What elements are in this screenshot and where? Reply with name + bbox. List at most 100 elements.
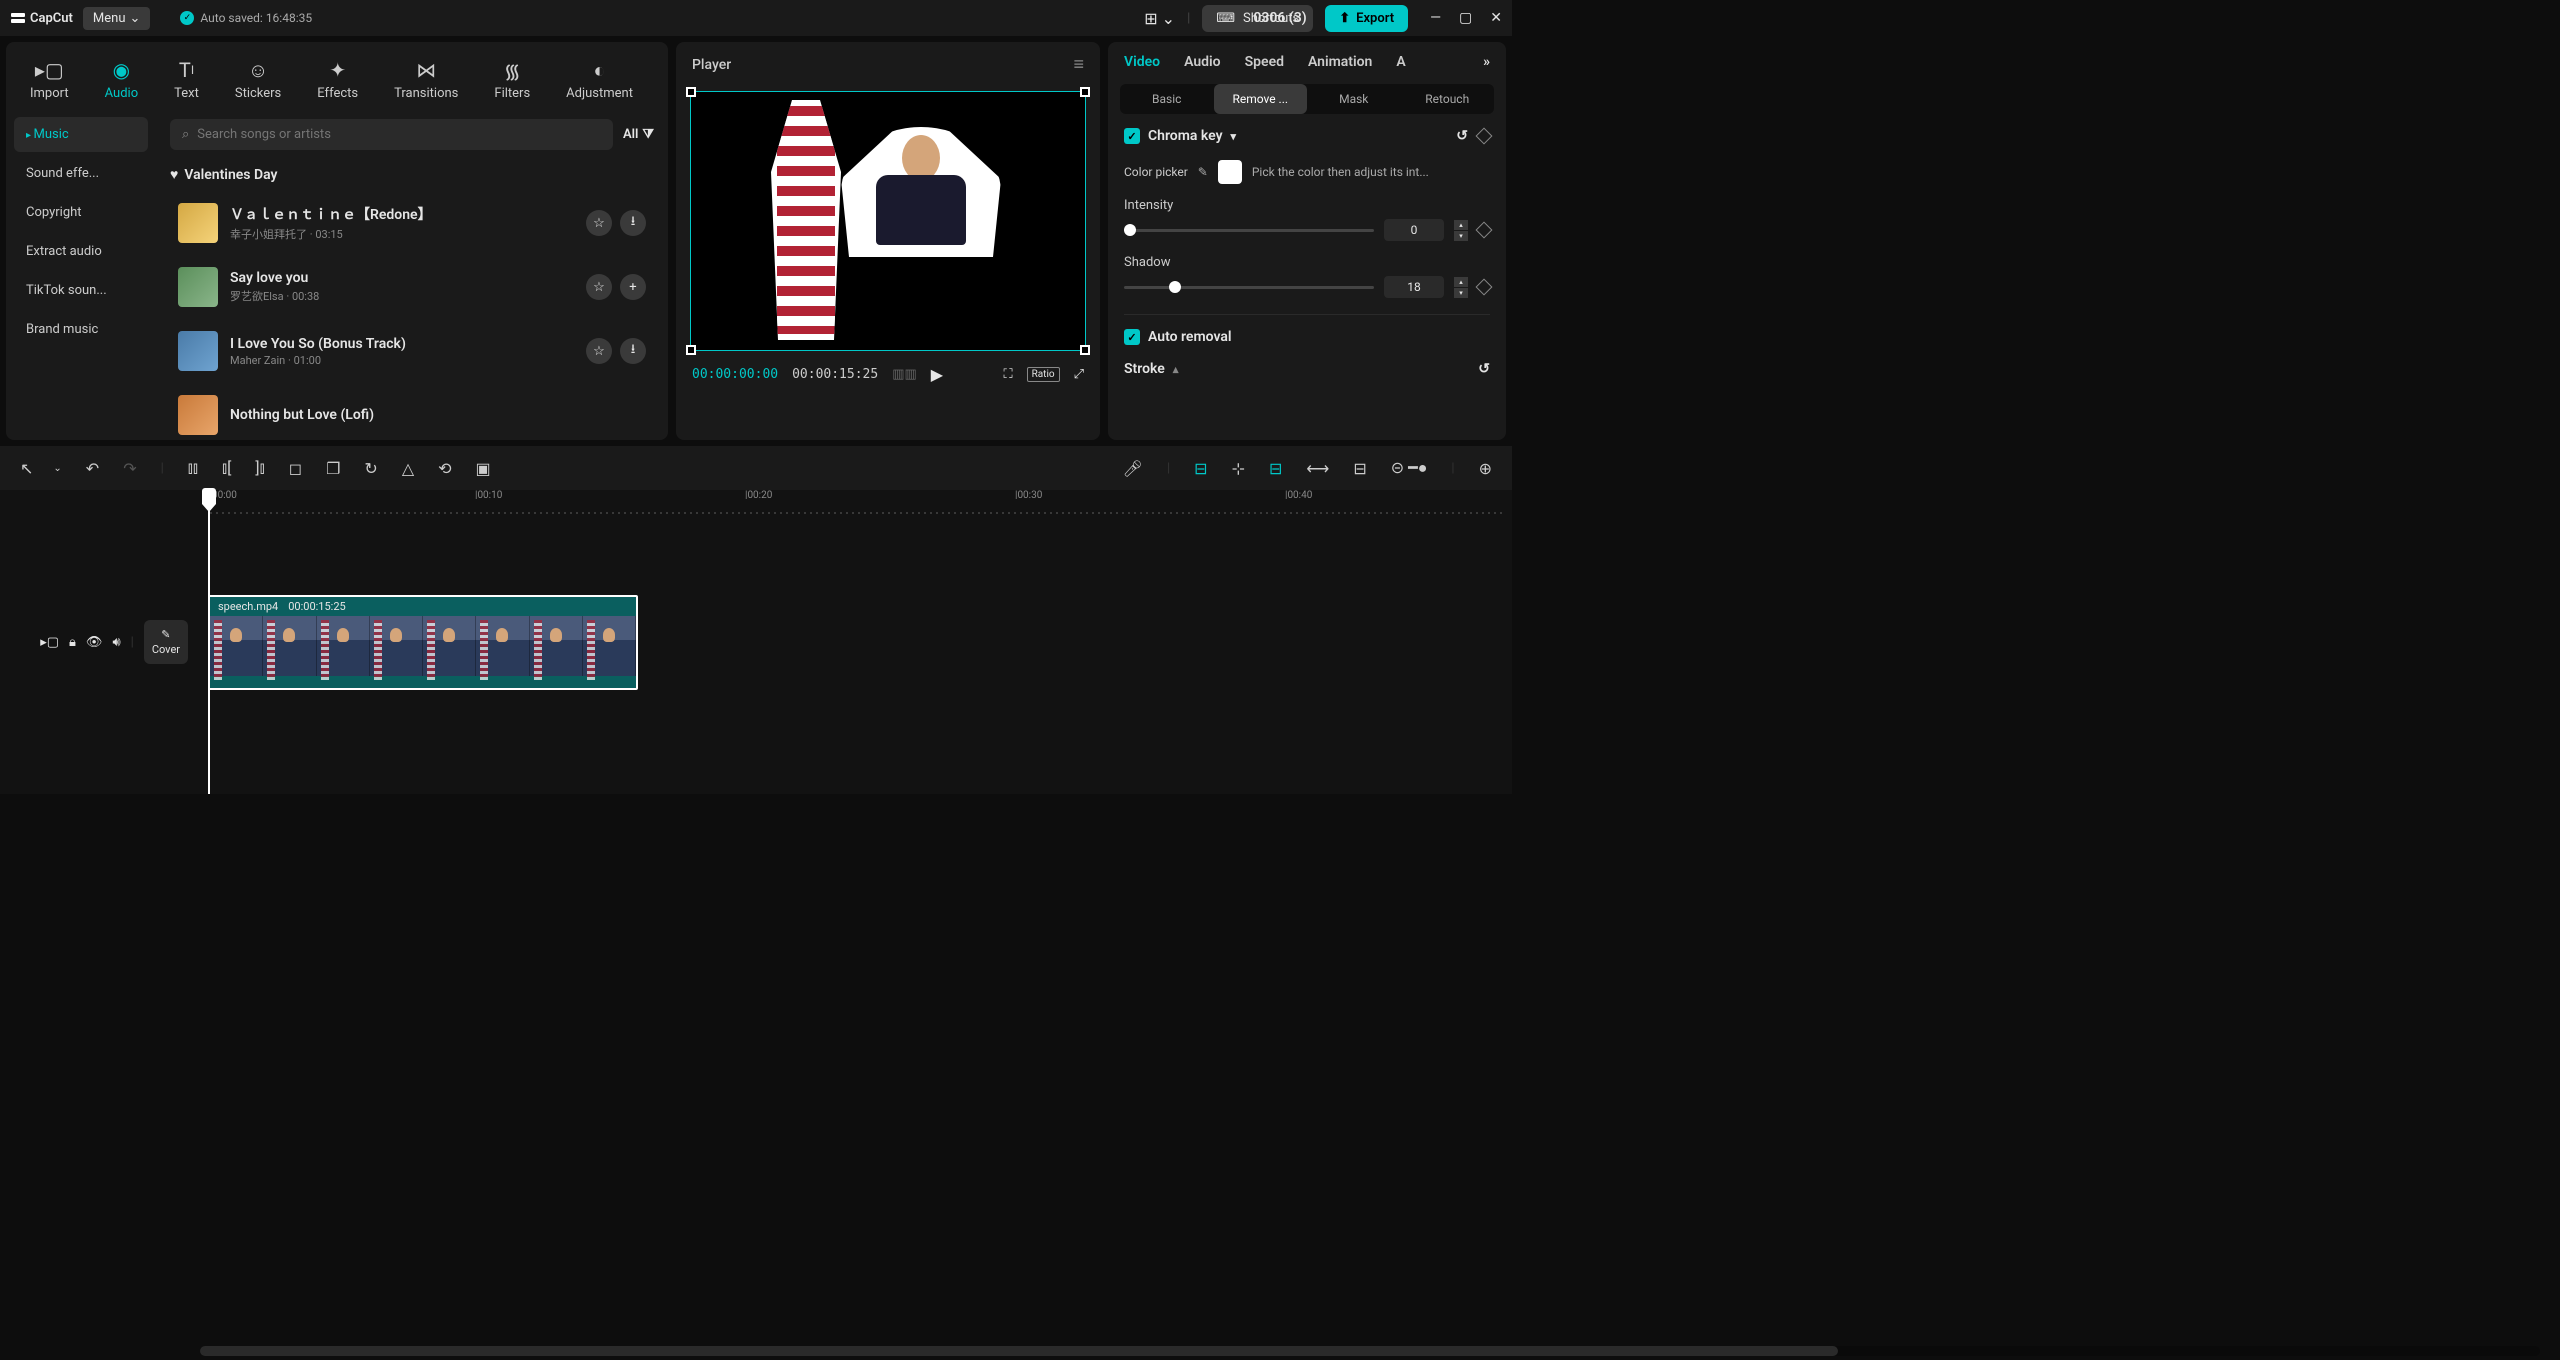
step-down[interactable]: ▾ <box>1454 231 1468 241</box>
subtab-mask[interactable]: Mask <box>1307 84 1401 114</box>
song-item[interactable]: I Love You So (Bonus Track) Maher Zain ·… <box>170 323 654 379</box>
sidebar-item-music[interactable]: ▸ Music <box>14 117 148 152</box>
shadow-value[interactable]: 18 <box>1384 276 1444 298</box>
fullscreen-icon[interactable]: ⤢ <box>1074 367 1084 382</box>
more-arrow-icon[interactable]: » <box>1483 54 1490 70</box>
subtab-retouch[interactable]: Retouch <box>1401 84 1495 114</box>
sidebar-item-tiktok-sounds[interactable]: TikTok soun... <box>14 273 148 308</box>
song-item[interactable]: Nothing but Love (Lofi) <box>170 387 654 440</box>
download-button[interactable]: ⭳ <box>620 210 646 236</box>
subtab-remove[interactable]: Remove ... <box>1214 84 1308 114</box>
tab-video[interactable]: Video <box>1124 54 1160 70</box>
sidebar-item-sound-effects[interactable]: Sound effe... <box>14 156 148 191</box>
chevron-up-icon[interactable]: ▴ <box>1173 363 1179 376</box>
reset-icon[interactable]: ↺ <box>1456 128 1468 144</box>
search-box[interactable]: ⌕ <box>170 119 613 150</box>
tab-audio[interactable]: ◉Audio <box>91 50 152 109</box>
hamburger-icon[interactable]: ≡ <box>1073 54 1084 75</box>
trim-right-tool[interactable]: ]⫾ <box>255 458 264 478</box>
tab-animation[interactable]: Animation <box>1308 54 1372 70</box>
tab-audio[interactable]: Audio <box>1184 54 1221 70</box>
step-up[interactable]: ▴ <box>1454 277 1468 287</box>
scrollbar-thumb[interactable] <box>200 1346 1838 1356</box>
tab-adjustment[interactable]: ◐Adjustment <box>552 50 647 109</box>
add-button[interactable]: + <box>620 274 646 300</box>
eyedropper-icon[interactable]: ✎ <box>1198 165 1208 179</box>
snap-tool[interactable]: ⊟ <box>1194 459 1207 478</box>
tab-effects[interactable]: ✦Effects <box>303 50 372 109</box>
song-item[interactable]: Say love you 罗艺欲Elsa · 00:38 ☆ + <box>170 259 654 315</box>
preview-canvas[interactable] <box>690 91 1086 351</box>
timeline-scrollbar[interactable] <box>200 1346 2540 1356</box>
mute-icon[interactable]: 🔊︎ <box>112 635 120 650</box>
tab-stickers[interactable]: ☺Stickers <box>221 50 295 109</box>
resize-handle[interactable] <box>686 345 696 355</box>
playhead[interactable] <box>208 490 210 794</box>
cover-button[interactable]: ✎ Cover <box>144 620 188 664</box>
dropdown-icon[interactable]: ⌄ <box>53 463 61 474</box>
timeline-tracks[interactable]: 00:00 |00:10 |00:20 |00:30 |00:40 speech… <box>200 490 1512 794</box>
subtab-basic[interactable]: Basic <box>1120 84 1214 114</box>
mic-icon[interactable]: 🎤︎ <box>1123 459 1143 478</box>
step-down[interactable]: ▾ <box>1454 288 1468 298</box>
reset-icon[interactable]: ↺ <box>1478 361 1490 377</box>
pointer-tool[interactable]: ↖ <box>20 459 33 478</box>
tab-import[interactable]: ▸▢Import <box>16 50 83 109</box>
zoom-fit-tool[interactable]: ⊕ <box>1479 459 1492 478</box>
preview-icon[interactable]: ▸▢ <box>40 635 59 650</box>
keyframe-icon[interactable] <box>1476 279 1493 296</box>
keyframe-icon[interactable] <box>1476 222 1493 239</box>
redo-button[interactable]: ↷ <box>123 459 136 478</box>
align-tool[interactable]: ⟷ <box>1306 459 1329 478</box>
reverse-tool[interactable]: ↻ <box>364 459 377 478</box>
zoom-out-tool[interactable]: ⊟ <box>1353 459 1366 478</box>
resize-handle[interactable] <box>1080 345 1090 355</box>
auto-removal-checkbox[interactable]: ✓ <box>1124 329 1140 345</box>
color-swatch[interactable] <box>1218 160 1242 184</box>
sidebar-item-extract-audio[interactable]: Extract audio <box>14 234 148 269</box>
time-ruler[interactable]: 00:00 |00:10 |00:20 |00:30 |00:40 <box>200 490 1512 520</box>
play-button[interactable]: ▶ <box>931 365 943 384</box>
resize-handle[interactable] <box>1080 87 1090 97</box>
undo-button[interactable]: ↶ <box>86 459 99 478</box>
sidebar-item-brand-music[interactable]: Brand music <box>14 312 148 347</box>
scan-icon[interactable]: ⛶ <box>1003 367 1012 382</box>
tab-filters[interactable]: ᯾Filters <box>480 50 544 109</box>
menu-button[interactable]: Menu ⌄ <box>83 7 151 30</box>
ratio-button[interactable]: Ratio <box>1027 367 1060 382</box>
trim-left-tool[interactable]: ⫾[ <box>222 458 231 478</box>
sidebar-item-copyright[interactable]: Copyright <box>14 195 148 230</box>
compare-icon[interactable]: ▥▥ <box>892 367 917 382</box>
layout-icon[interactable]: ⊞ ⌄ <box>1144 9 1175 28</box>
close-icon[interactable]: ✕ <box>1490 10 1502 26</box>
crop-tool[interactable]: ◻ <box>289 459 302 478</box>
chroma-checkbox[interactable]: ✓ <box>1124 128 1140 144</box>
download-button[interactable]: ⭳ <box>620 338 646 364</box>
rotate-tool[interactable]: ⟲ <box>438 459 451 478</box>
intensity-slider[interactable] <box>1124 229 1374 232</box>
favorite-button[interactable]: ☆ <box>586 210 612 236</box>
preview-tool[interactable]: ⊹ <box>1232 459 1245 478</box>
tab-more[interactable]: A <box>1396 54 1405 70</box>
duplicate-tool[interactable]: ❐ <box>326 459 340 478</box>
export-button[interactable]: ⬆ Export <box>1325 5 1408 32</box>
video-clip[interactable]: speech.mp4 00:00:15:25 <box>208 595 638 690</box>
mirror-tool[interactable]: △ <box>402 459 414 478</box>
crop2-tool[interactable]: ▣ <box>476 459 491 478</box>
favorite-button[interactable]: ☆ <box>586 338 612 364</box>
chevron-down-icon[interactable]: ▾ <box>1231 130 1237 143</box>
link-tool[interactable]: ⊟ <box>1269 459 1282 478</box>
zoom-slider[interactable]: ⊝ ━● <box>1391 458 1428 478</box>
tab-speed[interactable]: Speed <box>1245 54 1284 70</box>
tab-transitions[interactable]: ⋈Transitions <box>380 50 472 109</box>
lock-icon[interactable]: 🔒︎ <box>69 635 76 650</box>
shadow-slider[interactable] <box>1124 286 1374 289</box>
search-input[interactable] <box>197 127 601 142</box>
filter-all[interactable]: All ⧩ <box>623 127 654 142</box>
tab-text[interactable]: TIText <box>160 50 213 109</box>
song-item[interactable]: Ｖａｌｅｎｔｉｎｅ【Redone】 幸子小姐拜托了 · 03:15 ☆ ⭳ <box>170 195 654 251</box>
minimize-icon[interactable]: — <box>1430 10 1441 26</box>
intensity-value[interactable]: 0 <box>1384 219 1444 241</box>
favorite-button[interactable]: ☆ <box>586 274 612 300</box>
maximize-icon[interactable]: ▢ <box>1459 10 1472 26</box>
